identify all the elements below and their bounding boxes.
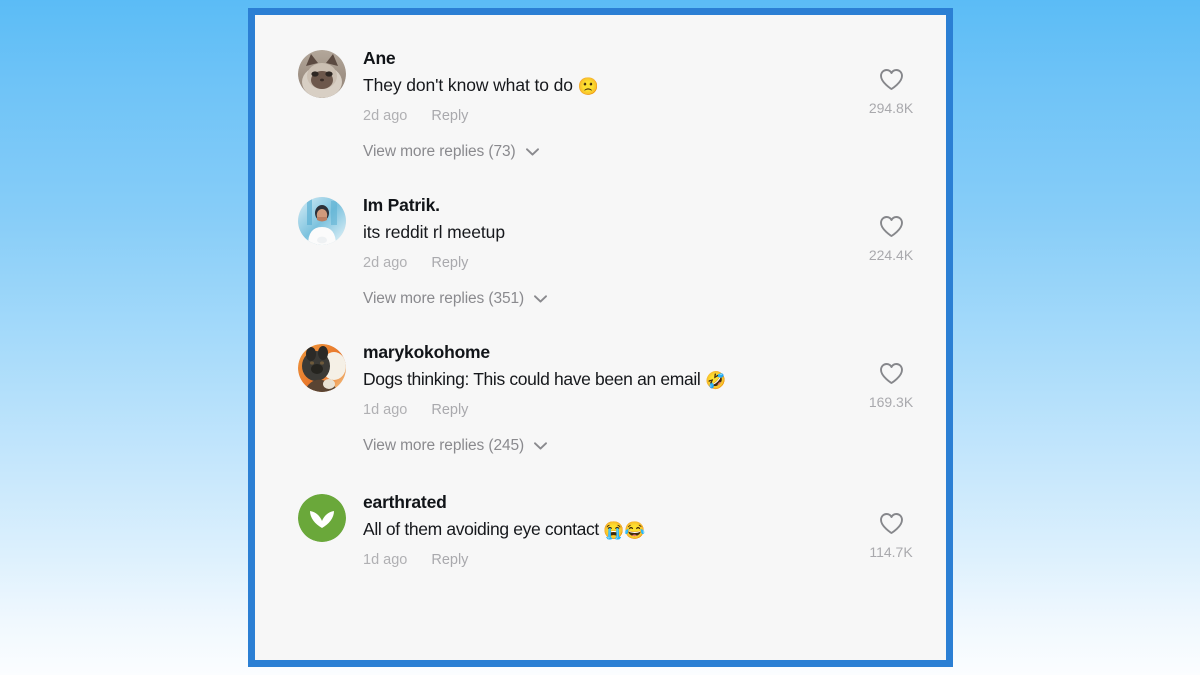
comment-body: marykokohome Dogs thinking: This could h… (346, 341, 854, 418)
comment-username[interactable]: marykokohome (363, 341, 854, 365)
chevron-down-icon (534, 442, 548, 450)
comment-username[interactable]: Im Patrik. (363, 194, 854, 218)
comment-item: marykokohome Dogs thinking: This could h… (255, 341, 946, 455)
comment-text: All of them avoiding eye contact 😭😂 (363, 517, 854, 542)
reply-button[interactable]: Reply (431, 108, 468, 124)
comment-username[interactable]: earthrated (363, 491, 854, 515)
view-more-replies-label: View more replies (73) (363, 143, 516, 161)
comment-body: earthrated All of them avoiding eye cont… (346, 491, 854, 568)
chevron-down-icon (525, 148, 539, 156)
green-leaf-logo-avatar-image (298, 494, 346, 543)
reply-button[interactable]: Reply (431, 552, 468, 568)
comment-text: its reddit rl meetup (363, 220, 854, 245)
heart-icon (879, 363, 903, 385)
comment-text: They don't know what to do 🙁 (363, 73, 854, 98)
comment-meta: 1d ago Reply (363, 552, 854, 568)
like-count: 114.7K (869, 544, 913, 561)
like-button[interactable] (854, 512, 928, 535)
heart-icon (879, 69, 903, 90)
dog-photo-avatar-image (298, 344, 346, 393)
view-more-replies-label: View more replies (351) (363, 290, 525, 308)
view-more-replies-button[interactable]: View more replies (351) (363, 290, 548, 308)
view-more-replies-label: View more replies (245) (363, 437, 525, 455)
avatar[interactable] (298, 50, 346, 98)
chevron-down-icon (534, 295, 548, 303)
comment-timestamp: 2d ago (363, 108, 408, 125)
like-button[interactable] (854, 68, 928, 91)
comment-item: earthrated All of them avoiding eye cont… (255, 491, 946, 568)
reply-button[interactable]: Reply (431, 402, 468, 418)
comment-body: Im Patrik. its reddit rl meetup 2d ago R… (346, 194, 854, 271)
like-column: 224.4K (854, 194, 928, 263)
comment-body: Ane They don't know what to do 🙁 2d ago … (346, 47, 854, 124)
comments-list: Ane They don't know what to do 🙁 2d ago … (255, 15, 946, 660)
like-column: 294.8K (854, 47, 928, 116)
view-more-replies-button[interactable]: View more replies (73) (363, 143, 539, 161)
like-column: 169.3K (854, 341, 928, 410)
comment-meta: 2d ago Reply (363, 255, 854, 271)
comments-card: Ane They don't know what to do 🙁 2d ago … (248, 8, 953, 667)
comment-meta: 1d ago Reply (363, 402, 854, 418)
cat-photo-avatar-image (298, 50, 346, 98)
like-button[interactable] (854, 215, 928, 238)
comment-emoji: 🙁 (577, 76, 599, 96)
like-button[interactable] (854, 362, 928, 385)
like-count: 224.4K (868, 247, 914, 264)
comment-timestamp: 1d ago (363, 552, 408, 569)
heart-icon (879, 513, 903, 535)
comment-emoji: 🤣 (704, 370, 726, 390)
person-photo-avatar-image (298, 197, 346, 246)
comment-text-body: its reddit rl meetup (363, 221, 505, 242)
comment-item: Ane They don't know what to do 🙁 2d ago … (255, 47, 946, 161)
comment-meta: 2d ago Reply (363, 108, 854, 124)
comment-text-body: Dogs thinking: This could have been an e… (363, 368, 705, 389)
comment-timestamp: 1d ago (363, 402, 408, 419)
like-column: 114.7K (854, 491, 928, 560)
comment-text: Dogs thinking: This could have been an e… (363, 367, 854, 392)
comment-item: Im Patrik. its reddit rl meetup 2d ago R… (255, 194, 946, 308)
comment-text-body: All of them avoiding eye contact (363, 518, 604, 539)
comment-timestamp: 2d ago (363, 255, 408, 272)
comment-text-body: They don't know what to do (363, 74, 578, 95)
avatar[interactable] (298, 494, 346, 543)
view-more-replies-button[interactable]: View more replies (245) (363, 437, 548, 455)
avatar[interactable] (298, 197, 346, 246)
like-count: 294.8K (868, 100, 914, 116)
heart-icon (879, 216, 903, 238)
avatar[interactable] (298, 344, 346, 393)
comment-emoji: 😭😂 (603, 520, 646, 540)
reply-button[interactable]: Reply (431, 255, 468, 271)
like-count: 169.3K (868, 394, 914, 411)
comment-username[interactable]: Ane (363, 47, 854, 71)
